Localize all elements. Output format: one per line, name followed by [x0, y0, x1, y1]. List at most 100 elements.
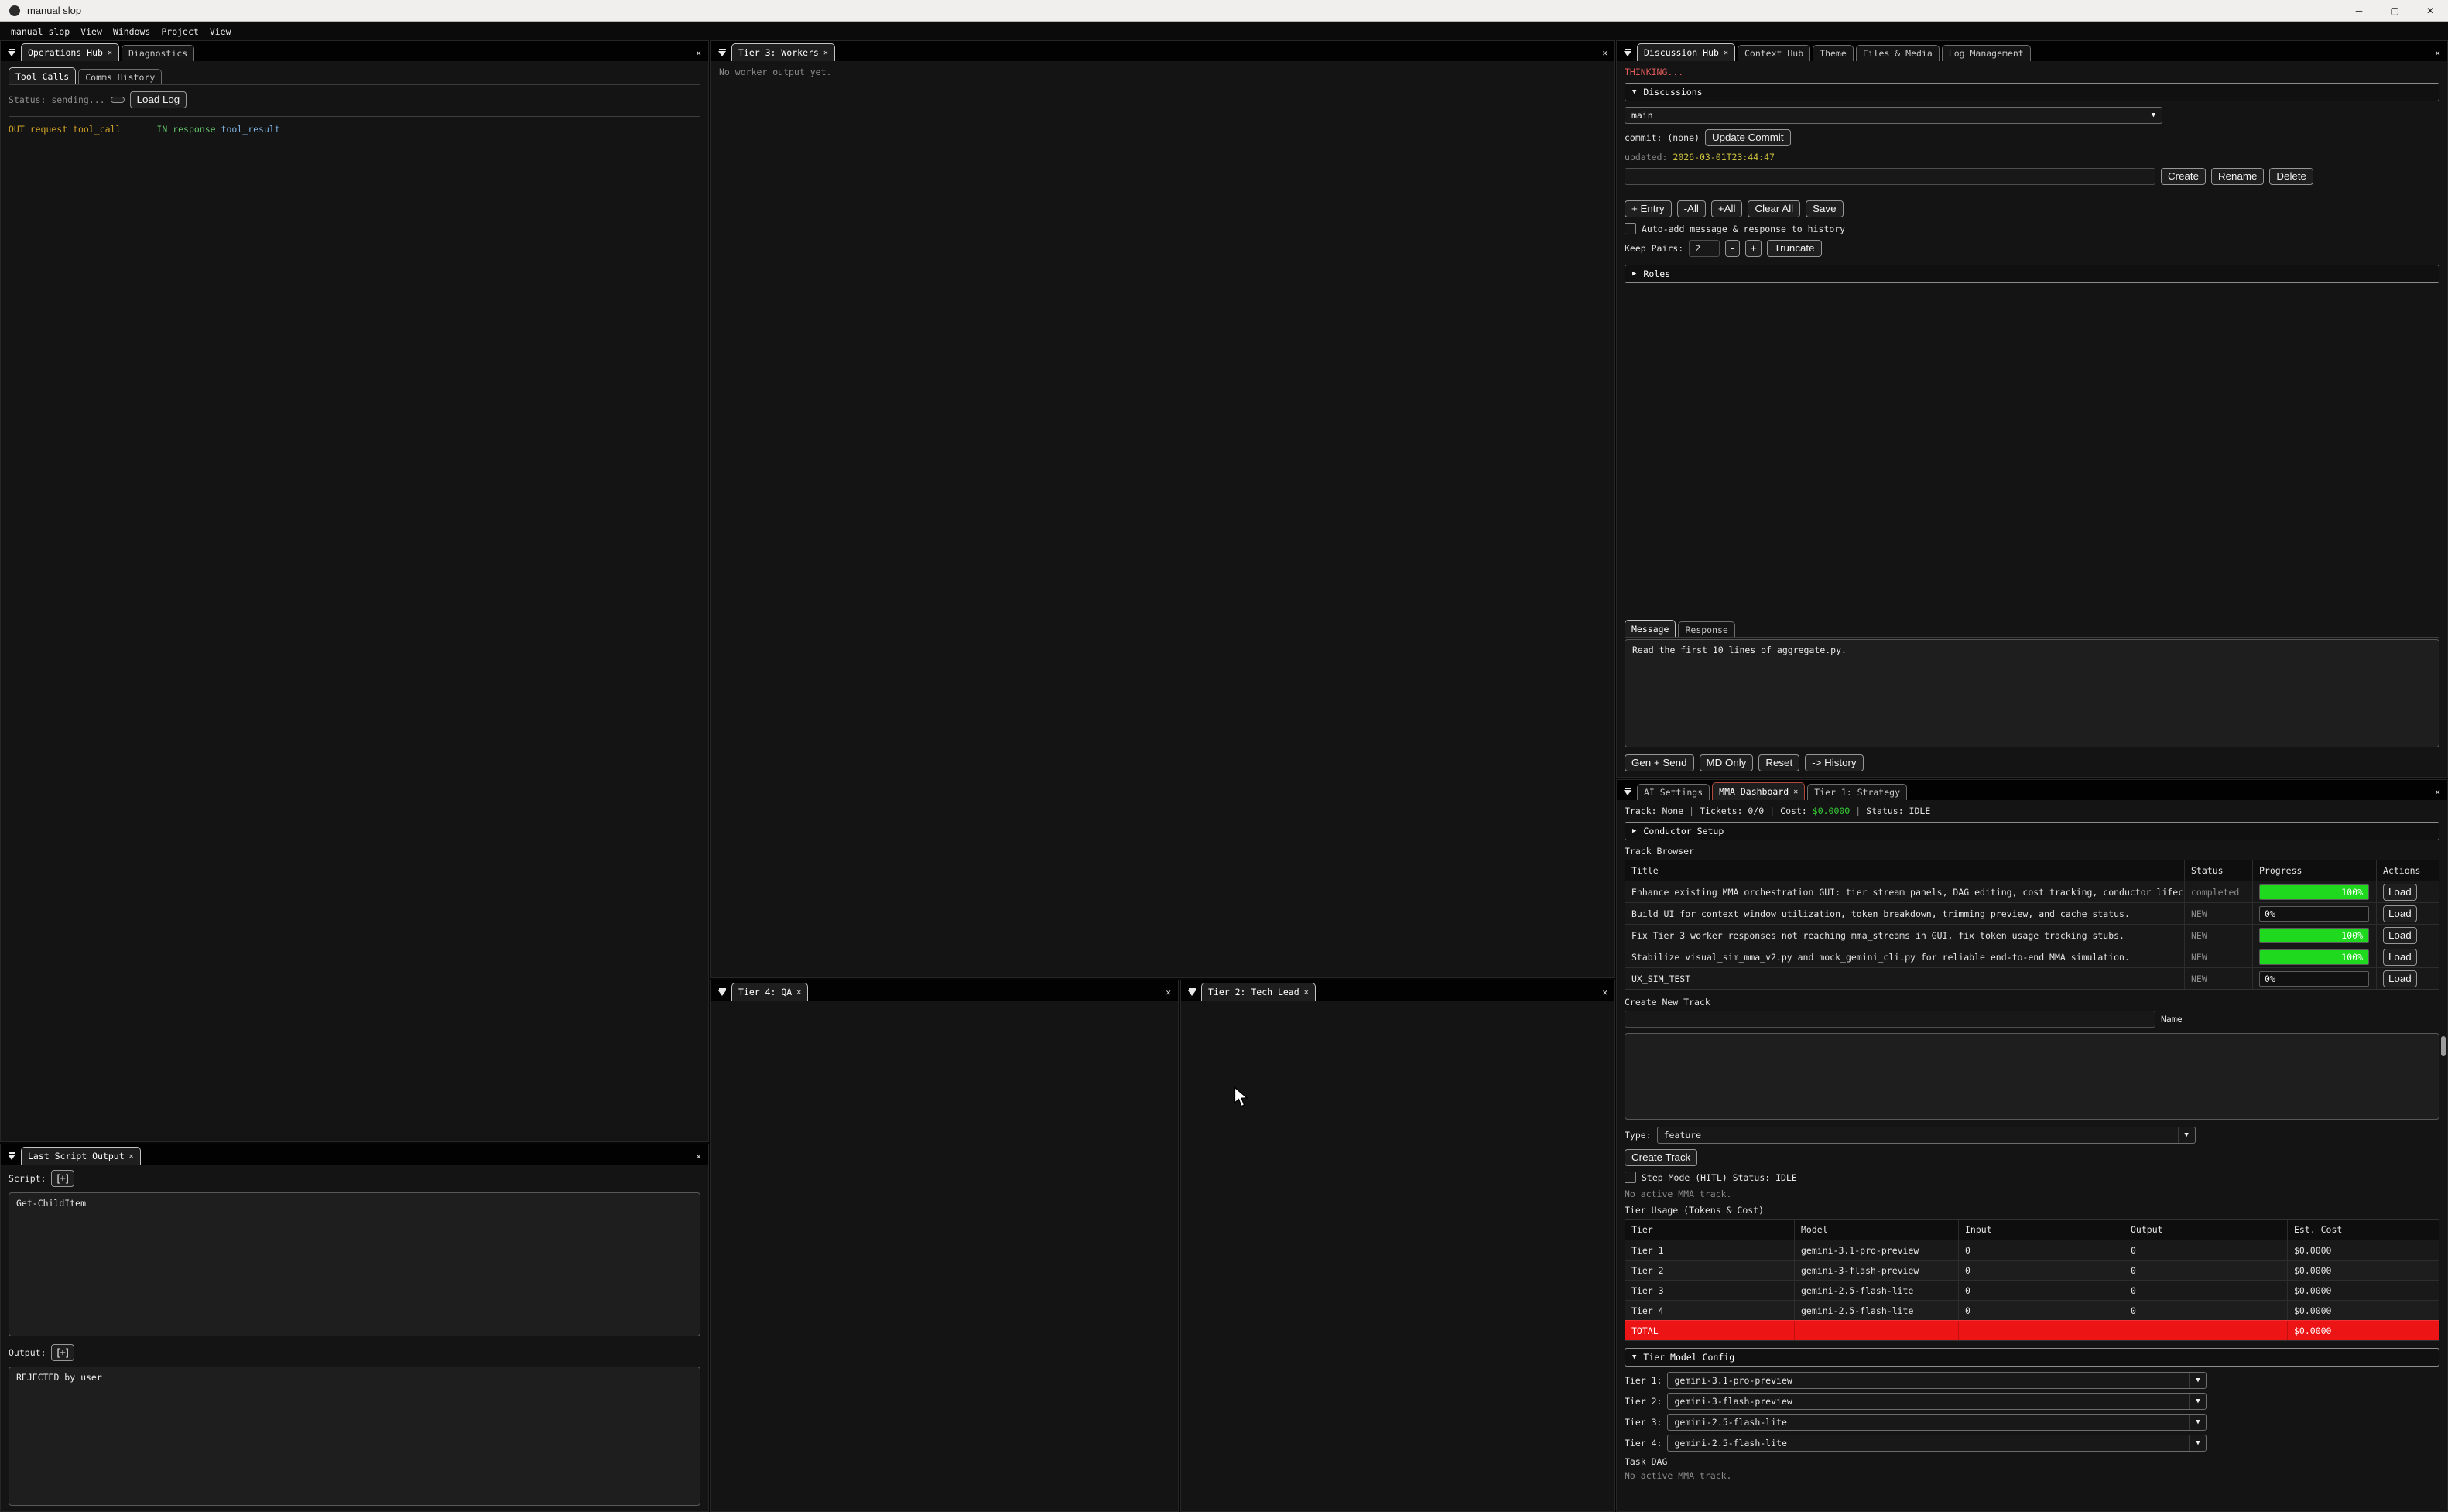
tab-context-hub[interactable]: Context Hub	[1738, 45, 1810, 61]
tab-files-media[interactable]: Files & Media	[1856, 45, 1940, 61]
message-textarea[interactable]: Read the first 10 lines of aggregate.py.	[1625, 639, 2439, 747]
load-track-button[interactable]: Load	[2383, 905, 2417, 922]
roles-collapsible-header[interactable]: ▶ Roles	[1625, 265, 2439, 283]
keep-pairs-increment-button[interactable]: +	[1745, 240, 1762, 257]
tab-tool-calls[interactable]: Tool Calls	[9, 67, 76, 84]
track-name-input[interactable]	[1625, 1011, 2155, 1028]
tab-theme[interactable]: Theme	[1813, 45, 1854, 61]
tier1-model-combo[interactable]: gemini-3.1-pro-preview ▼	[1667, 1372, 2207, 1389]
expand-script-button[interactable]: [+]	[51, 1170, 74, 1187]
scrollbar-grip[interactable]	[2441, 1036, 2446, 1056]
track-description-textarea[interactable]	[1625, 1033, 2439, 1120]
tab-message[interactable]: Message	[1625, 620, 1676, 637]
collapse-all-button[interactable]: -All	[1677, 200, 1706, 217]
tier3-workers-panel: Tier 3: Workers ✕ ✕ No worker output yet…	[710, 40, 1615, 978]
window-menu-icon[interactable]	[1185, 986, 1199, 998]
tier2-model-combo[interactable]: gemini-3-flash-preview ▼	[1667, 1393, 2207, 1410]
tab-log-management[interactable]: Log Management	[1942, 45, 2031, 61]
save-button[interactable]: Save	[1806, 200, 1843, 217]
close-tab-icon[interactable]: ✕	[796, 988, 801, 997]
md-only-button[interactable]: MD Only	[1700, 754, 1754, 771]
discussions-collapsible-header[interactable]: ▼ Discussions	[1625, 83, 2439, 101]
menu-item-windows[interactable]: Windows	[108, 26, 156, 37]
menu-item-view[interactable]: View	[75, 26, 108, 37]
script-textarea[interactable]: Get-ChildItem	[9, 1192, 700, 1336]
cost-label: Cost:	[1780, 806, 1807, 816]
keep-pairs-decrement-button[interactable]: -	[1725, 240, 1739, 257]
menu-item-view-2[interactable]: View	[204, 26, 237, 37]
close-tab-icon[interactable]: ✕	[823, 49, 828, 57]
load-track-button[interactable]: Load	[2383, 949, 2417, 966]
close-panel-icon[interactable]: ✕	[2435, 49, 2440, 57]
conductor-setup-collapsible-header[interactable]: ▶ Conductor Setup	[1625, 822, 2439, 840]
menu-item-manual-slop[interactable]: manual slop	[5, 26, 75, 37]
tier-model-config-collapsible-header[interactable]: ▼ Tier Model Config	[1625, 1348, 2439, 1367]
expand-all-button[interactable]: +All	[1711, 200, 1743, 217]
expand-output-button[interactable]: [+]	[51, 1344, 74, 1361]
tier4-model-combo[interactable]: gemini-2.5-flash-lite ▼	[1667, 1435, 2207, 1452]
create-new-track-label: Create New Track	[1625, 997, 1710, 1007]
update-commit-button[interactable]: Update Commit	[1705, 129, 1791, 146]
tab-response[interactable]: Response	[1678, 621, 1734, 637]
close-window-button[interactable]: ✕	[2412, 0, 2448, 21]
window-menu-icon[interactable]	[1621, 785, 1635, 798]
maximize-button[interactable]: ▢	[2377, 0, 2412, 21]
track-type-combo[interactable]: feature ▼	[1657, 1127, 2196, 1144]
close-panel-icon[interactable]: ✕	[1166, 988, 1171, 997]
tier4-label: Tier 4:	[1625, 1438, 1662, 1449]
tab-mma-dashboard[interactable]: MMA Dashboard ✕	[1712, 782, 1805, 800]
window-menu-icon[interactable]	[5, 46, 19, 59]
keep-pairs-input[interactable]	[1689, 240, 1720, 257]
truncate-button[interactable]: Truncate	[1767, 240, 1821, 257]
close-panel-icon[interactable]: ✕	[696, 1152, 701, 1161]
add-entry-button[interactable]: + Entry	[1625, 200, 1672, 217]
load-track-button[interactable]: Load	[2383, 884, 2417, 901]
clear-all-button[interactable]: Clear All	[1748, 200, 1800, 217]
rename-button[interactable]: Rename	[2211, 168, 2264, 185]
menu-item-project[interactable]: Project	[156, 26, 204, 37]
tab-operations-hub[interactable]: Operations Hub ✕	[21, 43, 119, 61]
close-tab-icon[interactable]: ✕	[129, 1152, 134, 1161]
tab-ai-settings[interactable]: AI Settings	[1637, 784, 1710, 800]
discussion-name-input[interactable]	[1625, 168, 2155, 185]
delete-button[interactable]: Delete	[2269, 168, 2313, 185]
close-panel-icon[interactable]: ✕	[2435, 788, 2440, 796]
window-menu-icon[interactable]	[715, 46, 729, 59]
window-menu-icon[interactable]	[5, 1150, 19, 1162]
no-active-track-text: No active MMA track.	[1625, 1189, 1731, 1199]
close-tab-icon[interactable]: ✕	[1724, 49, 1728, 57]
tier3-model-combo[interactable]: gemini-2.5-flash-lite ▼	[1667, 1414, 2207, 1431]
close-tab-icon[interactable]: ✕	[1793, 788, 1798, 796]
close-panel-icon[interactable]: ✕	[1602, 988, 1607, 997]
tab-tier2-tech-lead[interactable]: Tier 2: Tech Lead ✕	[1201, 983, 1316, 1001]
window-title: manual slop	[27, 5, 81, 16]
create-track-button[interactable]: Create Track	[1625, 1149, 1697, 1166]
load-track-button[interactable]: Load	[2383, 970, 2417, 987]
tab-tier4-qa[interactable]: Tier 4: QA ✕	[731, 983, 808, 1001]
close-panel-icon[interactable]: ✕	[1602, 49, 1607, 57]
tab-last-script-output[interactable]: Last Script Output ✕	[21, 1147, 141, 1165]
create-button[interactable]: Create	[2161, 168, 2206, 185]
close-tab-icon[interactable]: ✕	[108, 49, 112, 57]
window-menu-icon[interactable]	[715, 986, 729, 998]
reset-button[interactable]: Reset	[1758, 754, 1799, 771]
output-textarea[interactable]: REJECTED by user	[9, 1367, 700, 1506]
clear-button[interactable]	[111, 97, 125, 103]
tab-comms-history[interactable]: Comms History	[78, 69, 162, 84]
table-row: Build UI for context window utilization,…	[1625, 902, 2439, 924]
window-menu-icon[interactable]	[1621, 46, 1635, 59]
load-log-button[interactable]: Load Log	[130, 91, 187, 108]
tab-tier3-workers[interactable]: Tier 3: Workers ✕	[731, 43, 835, 61]
to-history-button[interactable]: -> History	[1805, 754, 1863, 771]
tab-diagnostics[interactable]: Diagnostics	[122, 45, 194, 61]
close-panel-icon[interactable]: ✕	[696, 49, 701, 57]
load-track-button[interactable]: Load	[2383, 927, 2417, 944]
minimize-button[interactable]: ─	[2341, 0, 2377, 21]
step-mode-checkbox[interactable]	[1625, 1172, 1636, 1183]
discussion-branch-combo[interactable]: main ▼	[1625, 107, 2162, 124]
close-tab-icon[interactable]: ✕	[1304, 988, 1309, 997]
autoadd-checkbox[interactable]	[1625, 223, 1636, 234]
tab-discussion-hub[interactable]: Discussion Hub ✕	[1637, 43, 1735, 61]
gen-send-button[interactable]: Gen + Send	[1625, 754, 1694, 771]
tab-tier1-strategy[interactable]: Tier 1: Strategy	[1807, 784, 1907, 800]
